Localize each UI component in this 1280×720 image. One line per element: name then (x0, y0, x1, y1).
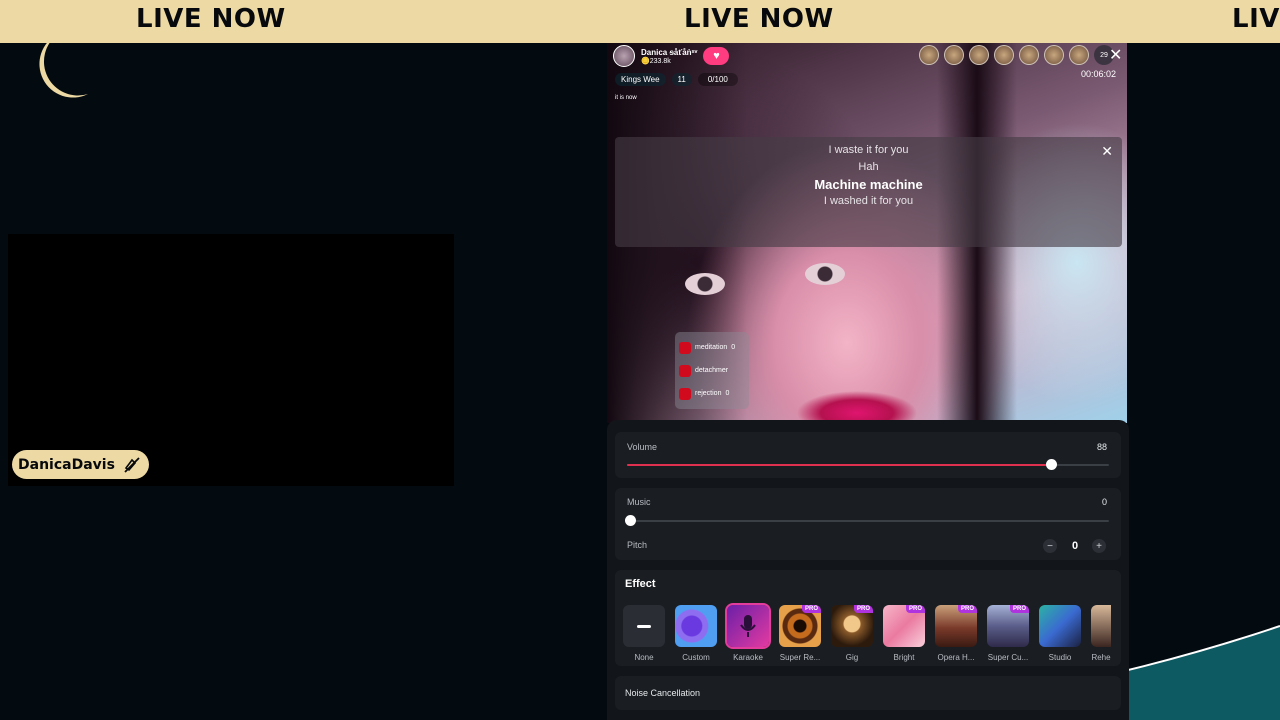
effect-karaoke[interactable]: Karaoke (725, 603, 771, 662)
video-detail (805, 263, 845, 285)
music-slider-track[interactable] (627, 520, 1109, 522)
volume-label: Volume (627, 442, 658, 452)
music-slider-knob[interactable] (625, 515, 636, 526)
music-label: Music (627, 497, 651, 507)
rose-icon (679, 341, 691, 354)
viewer-avatar[interactable] (1069, 45, 1089, 65)
tag-count: 0 (731, 344, 736, 351)
viewer-avatar[interactable] (1044, 45, 1064, 65)
viewer-avatar[interactable] (944, 45, 964, 65)
live-stream-view[interactable]: Danica ᵴåťåṅˢᵛ 🪙233.8k ♥ Kings Wee 11 0/… (607, 43, 1127, 423)
host-coins: 233.8k (649, 57, 671, 65)
viewer-avatar[interactable] (994, 45, 1014, 65)
pro-badge: PRO (1009, 605, 1029, 613)
speaker-icon: PRO (779, 605, 821, 647)
pitch-minus-button[interactable]: − (1043, 539, 1057, 553)
viewer-list[interactable]: 29 (919, 45, 1114, 65)
pitch-plus-button[interactable]: + (1092, 539, 1106, 553)
host-name: Danica (641, 47, 668, 57)
effect-custom[interactable]: Custom (675, 605, 717, 662)
lyric-current: Machine machine (814, 177, 923, 192)
pitch-label: Pitch (627, 540, 648, 550)
viewer-avatar[interactable] (969, 45, 989, 65)
tag-label: meditation (695, 344, 728, 351)
effect-name: Karaoke (733, 653, 763, 662)
pro-badge: PRO (905, 605, 925, 613)
effect-list: None Custom Karaoke PRO Super Re... PRO … (623, 603, 1111, 662)
pro-badge: PRO (957, 605, 977, 613)
microphone-icon (725, 603, 771, 649)
volume-card: Volume 88 (615, 432, 1121, 478)
host-avatar[interactable] (613, 45, 635, 67)
noise-cancellation-label: Noise Cancellation (625, 688, 701, 698)
cube-icon: PRO (987, 605, 1029, 647)
effect-name: Bright (893, 653, 915, 662)
studio-icon (1039, 605, 1081, 647)
gig-icon: PRO (831, 605, 873, 647)
volume-slider-knob[interactable] (1046, 459, 1058, 470)
viewer-avatar[interactable] (919, 45, 939, 65)
video-detail (685, 273, 725, 295)
group-progress: 0/100 (697, 73, 738, 86)
effect-title: Effect (625, 578, 656, 590)
effect-name: Studio (1048, 653, 1072, 662)
effect-bright[interactable]: PRO Bright (883, 605, 925, 662)
effect-name: Gig (845, 653, 859, 662)
host-note: it is now (615, 95, 637, 101)
group-pill[interactable]: Kings Wee (615, 73, 666, 86)
host-tag: ᵴåťåṅˢᵛ (669, 47, 698, 57)
pitch-value: 0 (1072, 540, 1079, 552)
group-row[interactable]: Kings Wee 11 0/100 (615, 73, 738, 86)
lyric-line: I washed it for you (823, 195, 914, 207)
tag-label: detachmer (695, 367, 729, 374)
viewer-avatar[interactable] (1019, 45, 1039, 65)
pro-badge: PRO (853, 605, 873, 613)
effect-super-reverb[interactable]: PRO Super Re... (779, 605, 821, 662)
bright-icon: PRO (883, 605, 925, 647)
follow-heart-icon[interactable]: ♥ (703, 47, 730, 65)
effect-studio[interactable]: Studio (1039, 605, 1081, 662)
volume-value: 88 (1096, 442, 1107, 452)
close-lyrics-icon[interactable]: ✕ (1101, 143, 1113, 160)
tag-item[interactable]: rejection 0 (679, 382, 745, 405)
pro-badge: PRO (801, 605, 821, 613)
volume-slider-fill (627, 464, 1052, 466)
tag-label: rejection (695, 390, 722, 397)
none-icon (623, 605, 665, 647)
effect-name: Rehe (1091, 653, 1111, 662)
effect-name: Super Cu... (987, 653, 1029, 662)
close-icon[interactable]: ✕ (1109, 45, 1122, 65)
rehearsal-icon (1091, 605, 1111, 647)
effect-name: Super Re... (779, 653, 821, 662)
music-card: Music 0 Pitch − 0 + (615, 488, 1121, 560)
effect-none[interactable]: None (623, 605, 665, 662)
effect-card: Effect None Custom Karaoke PRO Super Re.… (615, 570, 1121, 666)
rose-icon (679, 387, 691, 400)
effect-name: Custom (682, 653, 710, 662)
tag-item[interactable]: meditation 0 (679, 336, 745, 359)
tag-item[interactable]: detachmer (679, 359, 745, 382)
rose-icon (679, 364, 691, 377)
lyrics-overlay: I waste it for you Hah Machine machine I… (615, 137, 1122, 247)
group-level: 11 (671, 73, 692, 86)
tag-count: 0 (725, 390, 730, 397)
lyric-line: Hah (858, 161, 879, 173)
audio-controls-panel: Volume 88 Music 0 Pitch − 0 + Effect Non… (607, 420, 1129, 720)
effect-opera-house[interactable]: PRO Opera H... (935, 605, 977, 662)
stream-timer: 00:06:02 (1081, 69, 1117, 79)
music-value: 0 (1101, 497, 1107, 507)
lyric-line: I waste it for you (828, 144, 909, 156)
opera-icon: PRO (935, 605, 977, 647)
host-info[interactable]: Danica ᵴåťåṅˢᵛ 🪙233.8k ♥ (613, 45, 730, 67)
effect-name: Opera H... (937, 653, 975, 662)
effect-name: None (634, 653, 654, 662)
effect-gig[interactable]: PRO Gig (831, 605, 873, 662)
tag-list[interactable]: meditation 0 detachmer rejection 0 (675, 332, 749, 409)
effect-rehearsal[interactable]: Rehe (1091, 605, 1111, 662)
effect-super-cube[interactable]: PRO Super Cu... (987, 605, 1029, 662)
custom-effect-icon (675, 605, 717, 647)
